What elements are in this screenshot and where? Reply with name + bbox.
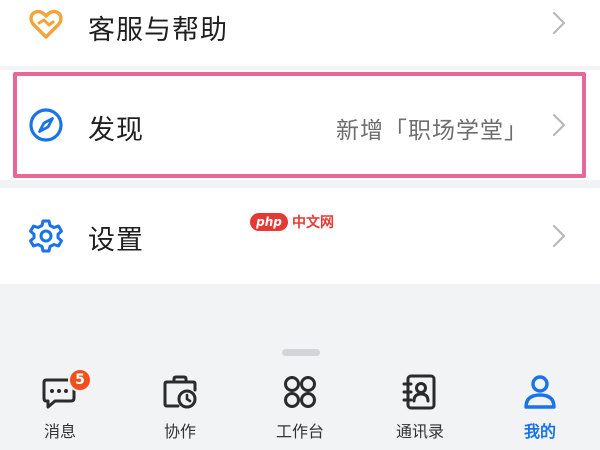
drag-handle[interactable] [282, 349, 320, 356]
compass-icon [28, 107, 64, 143]
tab-workbench[interactable]: 工作台 [240, 362, 360, 450]
tab-me[interactable]: 我的 [480, 362, 600, 450]
menu-item-discover[interactable]: 发现 新增「职场学堂」 [0, 70, 600, 180]
menu-item-value: 新增「职场学堂」 [336, 118, 528, 144]
menu-item-help[interactable]: 客服与帮助 [0, 0, 600, 66]
watermark: php 中文网 [250, 212, 334, 232]
watermark-badge: php [250, 213, 288, 231]
chevron-right-icon [550, 112, 568, 138]
menu-item-label: 设置 [88, 225, 144, 256]
menu-item-settings[interactable]: 设置 [0, 188, 600, 284]
watermark-text: 中文网 [292, 215, 334, 231]
menu-item-label: 客服与帮助 [88, 15, 228, 46]
tab-label: 我的 [523, 422, 556, 441]
tab-messages[interactable]: 5 消息 [0, 362, 120, 450]
grid-icon [280, 372, 320, 412]
person-icon [520, 372, 560, 412]
app-screen: 客服与帮助 发现 新增「职场学堂」 设置 php 中文网 5 消息 协作 工作台… [0, 0, 600, 450]
tab-label: 工作台 [275, 422, 324, 441]
chevron-right-icon [550, 223, 568, 249]
menu-item-label: 发现 [88, 115, 144, 146]
tab-collab[interactable]: 协作 [120, 362, 240, 450]
tab-label: 消息 [43, 422, 76, 441]
tab-label: 通讯录 [395, 422, 444, 441]
briefcase-clock-icon [160, 372, 200, 412]
contact-book-icon [400, 372, 440, 412]
chevron-right-icon [550, 10, 568, 36]
gear-icon [28, 218, 64, 254]
tab-label: 协作 [163, 422, 196, 441]
bottom-tab-bar: 5 消息 协作 工作台 通讯录 我的 [0, 362, 600, 450]
watermark-badge-text: php [256, 215, 282, 229]
heart-handshake-icon [28, 6, 64, 42]
tab-contacts[interactable]: 通讯录 [360, 362, 480, 450]
unread-badge: 5 [68, 368, 92, 392]
chat-bubble-icon: 5 [40, 368, 92, 412]
